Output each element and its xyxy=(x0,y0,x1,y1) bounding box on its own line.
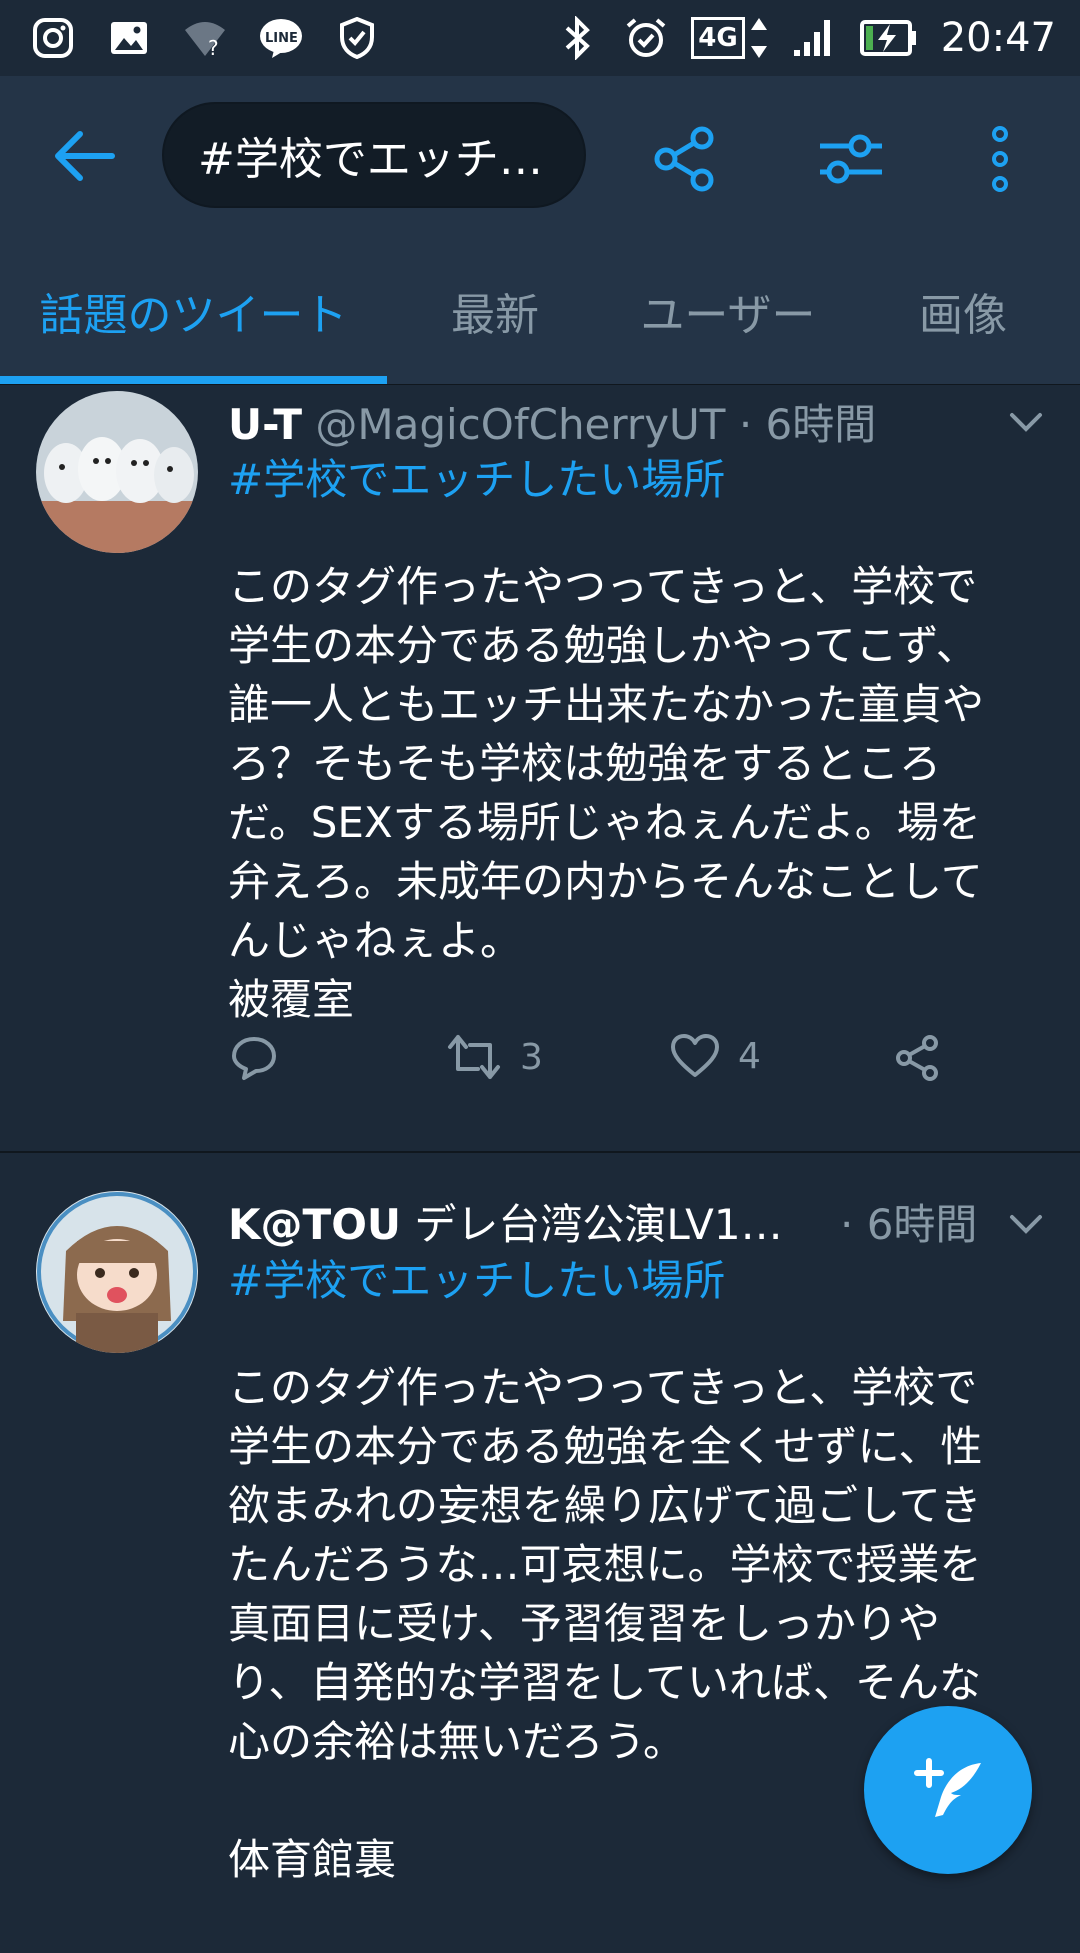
like-count: 4 xyxy=(738,1035,761,1077)
tab-label: 画像 xyxy=(919,290,1007,341)
anime-character-avatar-image xyxy=(36,1191,198,1353)
tab-label: 話題のツイート xyxy=(39,290,348,341)
hashtag-link[interactable]: #学校でエッチしたい場所 xyxy=(228,446,725,507)
share-button[interactable] xyxy=(650,124,720,194)
clock: 20:47 xyxy=(940,15,1056,61)
back-arrow-icon xyxy=(55,131,115,181)
display-name-suffix[interactable]: デレ台湾公演LV1… xyxy=(414,1200,782,1249)
tweet-timestamp: · 6時間 xyxy=(738,400,877,449)
tab-label: ユーザー xyxy=(640,290,816,341)
reply-button[interactable] xyxy=(230,1033,278,1081)
app-bar: #学校でエッチ… xyxy=(0,76,1080,238)
tweet-actions: 3 4 xyxy=(228,1033,988,1093)
heart-icon xyxy=(671,1034,719,1077)
tweet-time: · 6時間 xyxy=(840,1200,978,1249)
tab-label: 最新 xyxy=(451,290,539,341)
status-bar: ? LINE 4G 20:47 xyxy=(0,0,1080,76)
retweet-button[interactable]: 3 xyxy=(446,1033,543,1081)
back-button[interactable] xyxy=(50,126,120,186)
share-icon xyxy=(896,1035,938,1081)
share-icon xyxy=(654,126,714,192)
alarm-icon xyxy=(623,15,669,61)
bird-avatar-image xyxy=(36,391,198,553)
instagram-icon xyxy=(30,15,76,61)
svg-text:LINE: LINE xyxy=(265,31,298,46)
tab-people[interactable]: ユーザー xyxy=(603,238,853,384)
network-label: 4G xyxy=(691,17,745,59)
hashtag-link[interactable]: #学校でエッチしたい場所 xyxy=(228,1247,725,1308)
battery-charging-icon xyxy=(859,15,919,61)
tweet-text: このタグ作ったやつってきっと、学校で 学生の本分である勉強しかやってこず、 誰一… xyxy=(228,562,985,1024)
user-handle[interactable]: @MagicOfCherryUT xyxy=(315,400,725,449)
tweet-card[interactable]: U-T @MagicOfCherryUT · 6時間 #学校でエッチしたい場所 … xyxy=(0,385,1080,1153)
tweet-menu-button[interactable] xyxy=(1006,407,1046,437)
compose-tweet-icon xyxy=(914,1758,981,1817)
tab-latest[interactable]: 最新 xyxy=(387,238,603,384)
network-type-badge: 4G xyxy=(691,16,768,60)
signal-icon xyxy=(791,15,837,61)
bluetooth-icon xyxy=(555,15,601,61)
tab-top[interactable]: 話題のツイート xyxy=(0,238,387,384)
shield-check-icon xyxy=(334,15,380,61)
filter-sliders-icon xyxy=(820,134,882,184)
display-name[interactable]: U-T xyxy=(228,400,302,449)
tweet-timestamp: · 6時間 xyxy=(840,1191,977,1252)
avatar[interactable] xyxy=(36,391,198,553)
compose-tweet-button[interactable] xyxy=(864,1706,1032,1874)
tab-photos[interactable]: 画像 xyxy=(853,238,1073,384)
data-arrows-icon xyxy=(750,18,767,58)
svg-text:?: ? xyxy=(208,36,219,58)
image-icon xyxy=(106,15,152,61)
tweet-header: K@TOU デレ台湾公演LV1… xyxy=(228,1191,818,1252)
search-tabs: 話題のツイート 最新 ユーザー 画像 xyxy=(0,238,1080,385)
line-icon: LINE xyxy=(258,15,304,61)
reply-icon xyxy=(232,1037,276,1080)
active-tab-indicator xyxy=(0,376,387,384)
search-query-field[interactable]: #学校でエッチ… xyxy=(162,102,586,208)
retweet-icon xyxy=(448,1035,500,1079)
avatar[interactable] xyxy=(36,1191,198,1353)
search-query-text: #学校でエッチ… xyxy=(198,134,543,185)
filter-button[interactable] xyxy=(816,124,886,194)
retweet-count: 3 xyxy=(520,1036,543,1078)
share-tweet-button[interactable] xyxy=(892,1033,942,1083)
more-options-button[interactable] xyxy=(980,124,1020,194)
display-name[interactable]: K@TOU xyxy=(228,1200,401,1249)
tweet-header: U-T @MagicOfCherryUT · 6時間 xyxy=(228,391,876,452)
wifi-unknown-icon: ? xyxy=(182,15,228,61)
tweet-menu-button[interactable] xyxy=(1006,1209,1046,1239)
more-vertical-icon xyxy=(992,126,1008,192)
chevron-down-icon xyxy=(1010,1215,1042,1234)
like-button[interactable]: 4 xyxy=(670,1033,761,1079)
chevron-down-icon xyxy=(1010,413,1042,432)
